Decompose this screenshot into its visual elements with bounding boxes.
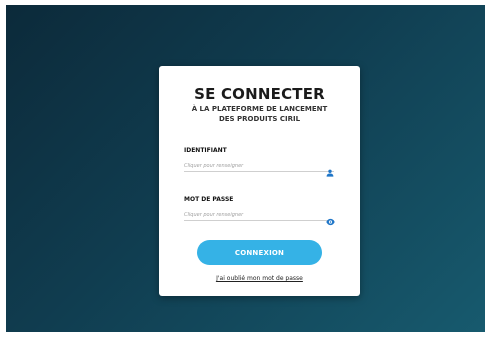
eye-icon[interactable] [326, 211, 335, 226]
login-card: SE CONNECTER À LA PLATEFORME DE LANCEMEN… [159, 66, 360, 296]
password-input[interactable] [184, 209, 334, 221]
password-label: MOT DE PASSE [184, 196, 234, 203]
identifiant-label: IDENTIFIANT [184, 147, 227, 154]
page-background: SE CONNECTER À LA PLATEFORME DE LANCEMEN… [6, 5, 485, 332]
login-subtitle-line-2: DES PRODUITS CIRIL [218, 115, 301, 123]
connexion-button[interactable]: CONNEXION [197, 240, 322, 265]
identifiant-input[interactable] [184, 160, 334, 172]
user-icon [326, 162, 334, 177]
login-title: SE CONNECTER [194, 85, 325, 103]
login-subtitle: À LA PLATEFORME DE LANCEMENT DES PRODUIT… [159, 104, 360, 124]
login-subtitle-line-1: À LA PLATEFORME DE LANCEMENT [191, 105, 328, 113]
forgot-password-link[interactable]: J'ai oublié mon mot de passe [159, 275, 360, 282]
